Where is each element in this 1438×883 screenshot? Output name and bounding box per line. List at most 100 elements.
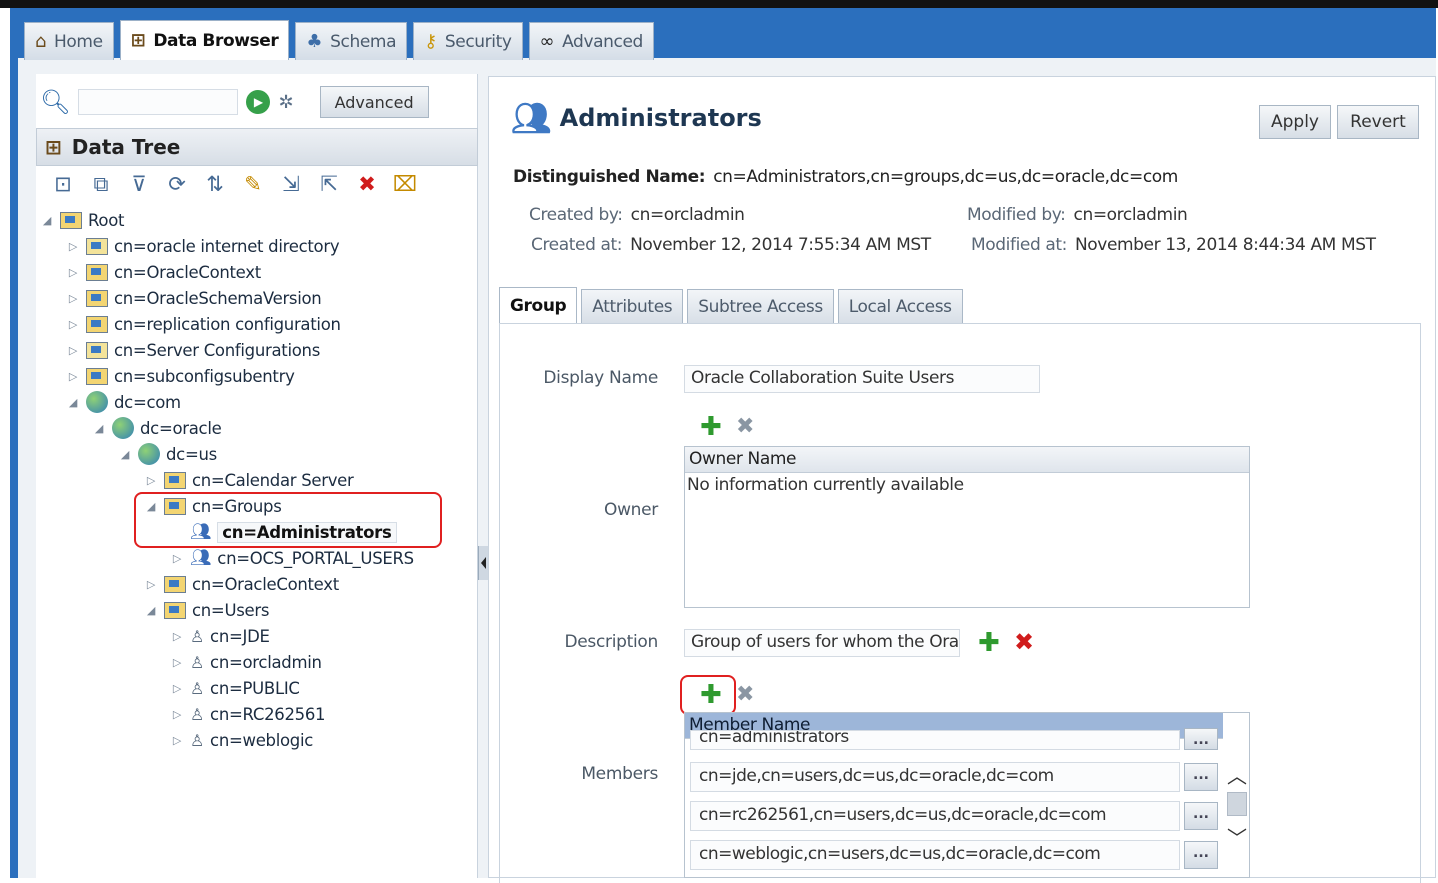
tab-home[interactable]: ⌂ Home xyxy=(24,22,114,60)
expanded-icon: ◢ xyxy=(42,213,52,227)
member-row[interactable]: cn=jde,cn=users,dc=us,dc=oracle,dc=com xyxy=(690,762,1180,792)
revert-button[interactable]: Revert xyxy=(1337,105,1419,139)
collapsed-icon: ▷ xyxy=(172,681,182,695)
remove-owner-icon[interactable]: ✖ xyxy=(736,416,754,438)
window-top-edge xyxy=(0,0,1438,8)
add-owner-icon[interactable]: ✚ xyxy=(700,414,722,440)
group-icon: 👥︎ xyxy=(511,99,552,137)
domain-icon xyxy=(86,391,108,413)
member-row[interactable]: cn=weblogic,cn=users,dc=us,dc=oracle,dc=… xyxy=(690,840,1180,870)
user-icon: ♙ xyxy=(190,704,205,724)
collapsed-icon: ▷ xyxy=(172,707,182,721)
tree-node[interactable]: ◢ dc=oracle xyxy=(92,416,222,440)
create-like-icon[interactable]: ⧉ xyxy=(88,172,114,197)
folder-icon xyxy=(164,471,186,489)
member-browse-button[interactable]: ... xyxy=(1184,841,1218,869)
tree-search-input[interactable] xyxy=(78,89,239,115)
description-label: Description xyxy=(564,632,658,652)
panel-splitter-handle[interactable] xyxy=(478,546,488,580)
tree-node[interactable]: ▷ cn=oracle internet directory xyxy=(66,234,340,258)
remove-member-icon[interactable]: ✖ xyxy=(736,684,754,706)
members-scrollbar[interactable]: ︿ ﹀ xyxy=(1224,760,1250,878)
clear-search-icon[interactable]: ✲ xyxy=(278,92,293,113)
refresh-subtree-icon[interactable]: ⇅ xyxy=(202,172,228,197)
folder-icon xyxy=(164,601,186,619)
tab-schema[interactable]: ♣ Schema xyxy=(295,22,408,60)
collapsed-icon: ▷ xyxy=(68,291,78,305)
folder-icon xyxy=(86,289,108,307)
member-browse-button[interactable]: ... xyxy=(1184,802,1218,830)
tree-node[interactable]: ▷ ♙ cn=orcladmin xyxy=(170,650,322,674)
tree-toolbar: ⊡ ⧉ ⊽ ⟳ ⇅ ✎ ⇲ ⇱ ✖ ⌧ xyxy=(50,172,418,197)
display-name-field[interactable]: Oracle Collaboration Suite Users xyxy=(684,365,1040,393)
user-icon: ♙ xyxy=(190,730,205,750)
tree-node[interactable]: ▷ 👥︎ cn=OCS_PORTAL_USERS xyxy=(170,546,414,570)
edit-icon[interactable]: ✎ xyxy=(240,172,266,197)
export-icon[interactable]: ⇲ xyxy=(278,172,304,197)
scroll-thumb[interactable] xyxy=(1227,792,1247,816)
refresh-icon[interactable]: ⟳ xyxy=(164,172,190,197)
tree-node[interactable]: ▷ ♙ cn=JDE xyxy=(170,624,270,648)
tree-node[interactable]: ▷ cn=OracleContext xyxy=(66,260,261,284)
owner-table: Owner Name No information currently avai… xyxy=(684,446,1250,608)
collapsed-icon: ▷ xyxy=(68,317,78,331)
annotation-highlight xyxy=(134,492,442,548)
delete-icon[interactable]: ✖ xyxy=(354,172,380,197)
tab-security[interactable]: ⚷ Security xyxy=(413,22,523,60)
tree-node[interactable]: ▷ ♙ cn=weblogic xyxy=(170,728,313,752)
member-row[interactable]: cn=administrators xyxy=(690,730,1180,750)
tab-advanced[interactable]: ∞ Advanced xyxy=(528,22,654,60)
member-row[interactable]: cn=rc262561,cn=users,dc=us,dc=oracle,dc=… xyxy=(690,801,1180,831)
created-at: Created at: November 12, 2014 7:55:34 AM … xyxy=(531,235,931,255)
owner-empty-message: No information currently available xyxy=(687,475,964,495)
folder-icon xyxy=(86,367,108,385)
go-icon[interactable]: ▶ xyxy=(246,90,271,114)
annotation-highlight xyxy=(680,675,736,715)
tree-node[interactable]: ▷ cn=replication configuration xyxy=(66,312,341,336)
scroll-up-icon[interactable]: ︿ xyxy=(1224,760,1250,788)
add-description-icon[interactable]: ✚ xyxy=(978,630,1000,656)
tab-data-browser[interactable]: ⊞ Data Browser xyxy=(119,20,290,60)
collapsed-icon: ▷ xyxy=(146,577,156,591)
collapsed-icon: ▷ xyxy=(172,551,182,565)
tab-attributes[interactable]: Attributes xyxy=(581,289,684,323)
tree-node-root[interactable]: ◢ Root xyxy=(40,208,125,232)
advanced-search-button[interactable]: Advanced xyxy=(319,86,429,118)
tree-node[interactable]: ▷ cn=Server Configurations xyxy=(66,338,320,362)
owner-column-header[interactable]: Owner Name xyxy=(685,447,1249,473)
tree-node[interactable]: ◢ dc=us xyxy=(118,442,217,466)
collapsed-icon: ▷ xyxy=(146,473,156,487)
member-browse-button[interactable]: ... xyxy=(1184,763,1218,791)
collapsed-icon: ▷ xyxy=(68,265,78,279)
remove-description-icon[interactable]: ✖ xyxy=(1014,630,1034,654)
import-icon[interactable]: ⇱ xyxy=(316,172,342,197)
tree-node[interactable]: ▷ cn=OracleSchemaVersion xyxy=(66,286,322,310)
delete-subtree-icon[interactable]: ⌧ xyxy=(392,172,418,197)
filter-icon[interactable]: ⊽ xyxy=(126,172,152,197)
tree-node[interactable]: ▷ cn=OracleContext xyxy=(144,572,339,596)
description-field[interactable]: Group of users for whom the Orac xyxy=(684,629,960,657)
collapsed-icon: ▷ xyxy=(68,239,78,253)
tree-node[interactable]: ▷ ♙ cn=PUBLIC xyxy=(170,676,300,700)
data-tree-panel: 🔍︎ ▶ ✲ Advanced ⊞ Data Tree ⊡ ⧉ ⊽ ⟳ ⇅ ✎ … xyxy=(36,74,478,878)
schema-icon: ♣ xyxy=(306,31,323,52)
tree-node[interactable]: ▷ ♙ cn=RC262561 xyxy=(170,702,326,726)
tree-node[interactable]: ◢ dc=com xyxy=(66,390,181,414)
scroll-down-icon[interactable]: ﹀ xyxy=(1224,822,1250,850)
tree-node-users[interactable]: ◢ cn=Users xyxy=(144,598,270,622)
tree-node[interactable]: ▷ cn=Calendar Server xyxy=(144,468,354,492)
modified-by: Modified by: cn=orcladmin xyxy=(967,205,1188,225)
tab-subtree-access[interactable]: Subtree Access xyxy=(687,289,834,323)
tab-group[interactable]: Group xyxy=(499,287,578,323)
create-entry-icon[interactable]: ⊡ xyxy=(50,172,76,197)
apply-button[interactable]: Apply xyxy=(1259,105,1331,139)
tree-node[interactable]: ▷ cn=subconfigsubentry xyxy=(66,364,295,388)
member-browse-button[interactable]: ... xyxy=(1184,728,1218,750)
data-tree-header: ⊞ Data Tree xyxy=(36,128,478,166)
display-name-label: Display Name xyxy=(543,368,658,388)
folder-icon xyxy=(86,341,108,359)
members-label: Members xyxy=(581,764,658,784)
tab-local-access[interactable]: Local Access xyxy=(837,289,963,323)
expanded-icon: ◢ xyxy=(94,421,104,435)
folder-icon xyxy=(86,263,108,281)
